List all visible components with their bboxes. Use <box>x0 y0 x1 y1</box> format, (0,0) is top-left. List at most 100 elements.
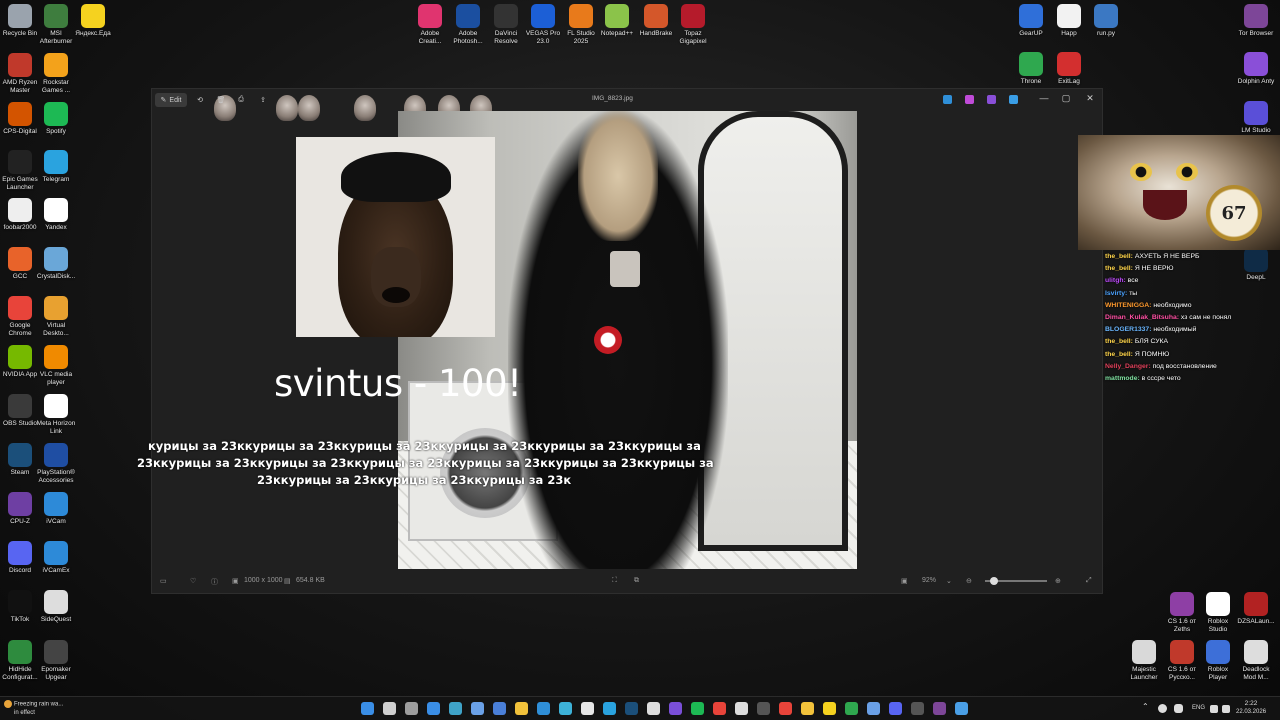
lamp-icon[interactable] <box>801 702 814 715</box>
telegram-task-icon[interactable] <box>603 702 616 715</box>
desktop-icon[interactable]: CrystalDisk... <box>36 247 76 281</box>
desktop-icon[interactable]: iVCam <box>36 492 76 526</box>
desktop-icon[interactable]: ExitLag <box>1049 52 1089 86</box>
chevron-up-icon[interactable]: ⌃ <box>1142 702 1150 715</box>
close-button[interactable]: ✕ <box>1082 93 1098 104</box>
desktop-icon[interactable]: OBS Studio <box>0 394 40 428</box>
desktop-icon[interactable]: Notepad++ <box>597 4 637 38</box>
app-icon[interactable] <box>987 95 996 104</box>
actual-size-icon[interactable]: ▣ <box>901 577 908 585</box>
desktop-icon[interactable]: Roblox Studio <box>1198 592 1238 634</box>
share-icon[interactable]: ⇪ <box>258 93 268 107</box>
desktop-icon[interactable]: GCC <box>0 247 40 281</box>
desktop-icon[interactable]: Meta Horizon Link <box>36 394 76 436</box>
start-icon[interactable] <box>361 702 374 715</box>
yandex-task-icon[interactable] <box>779 702 792 715</box>
widgets-icon[interactable] <box>427 702 440 715</box>
desktop-icon[interactable]: SideQuest <box>36 590 76 624</box>
app-icon[interactable] <box>1009 95 1018 104</box>
desktop-icon[interactable]: Happ <box>1049 4 1089 38</box>
zoom-level[interactable]: 92% <box>922 577 936 584</box>
wifi-icon[interactable] <box>1210 705 1218 713</box>
desktop-icon[interactable]: HidHide Configurat... <box>0 640 40 682</box>
copilot-icon[interactable] <box>471 702 484 715</box>
photos-icon[interactable] <box>559 702 572 715</box>
task-view-icon[interactable] <box>405 702 418 715</box>
chrome-task-icon[interactable] <box>713 702 726 715</box>
desktop-icon[interactable]: DZSALaun... <box>1236 592 1276 626</box>
desktop-icon[interactable]: Steam <box>0 443 40 477</box>
print-icon[interactable]: ⎙ <box>236 93 246 107</box>
info-icon[interactable]: ⓘ <box>211 577 218 587</box>
epic-task-icon[interactable] <box>735 702 748 715</box>
desktop-icon[interactable]: Adobe Photosh... <box>448 4 488 46</box>
zoom-in-icon[interactable]: ⊕ <box>1055 577 1061 585</box>
desktop-icon[interactable]: Virtual Deskto... <box>36 296 76 338</box>
calendar-icon[interactable] <box>581 702 594 715</box>
zoom-out-icon[interactable]: ⊖ <box>966 577 972 585</box>
desktop-icon[interactable]: Яндекс.Еда <box>73 4 113 38</box>
terminal-icon[interactable] <box>911 702 924 715</box>
desktop-icon[interactable]: Deadlock Mod M... <box>1236 640 1276 682</box>
search-icon[interactable] <box>383 702 396 715</box>
desktop-icon[interactable]: Telegram <box>36 150 76 184</box>
desktop-icon[interactable]: Roblox Player <box>1198 640 1238 682</box>
desktop-icon[interactable]: Recycle Bin <box>0 4 40 38</box>
maximize-button[interactable]: ▢ <box>1058 93 1074 104</box>
desktop-icon[interactable]: CPS-Digital <box>0 102 40 136</box>
desktop-icon[interactable]: Tor Browser <box>1236 4 1276 38</box>
app-icon[interactable] <box>965 95 974 104</box>
desktop-icon[interactable]: Epomaker Upgear <box>36 640 76 682</box>
desktop-icon[interactable]: MSI Afterburner <box>36 4 76 46</box>
desktop-icon[interactable]: Discord <box>0 541 40 575</box>
desktop-icon[interactable]: DaVinci Resolve <box>486 4 526 46</box>
edge-icon[interactable] <box>449 702 462 715</box>
desktop-icon[interactable]: Rockstar Games ... <box>36 53 76 95</box>
clock-date[interactable]: 22.03.2026 <box>1236 709 1266 715</box>
desktop-icon[interactable]: Majestic Launcher <box>1124 640 1164 682</box>
delete-icon[interactable]: 🗑 <box>216 93 226 107</box>
compare-icon[interactable]: ⧉ <box>634 577 639 585</box>
desktop-icon[interactable]: foobar2000 <box>0 198 40 232</box>
desktop-icon[interactable]: Epic Games Launcher <box>0 150 40 192</box>
desktop-icon[interactable]: iVCamEx <box>36 541 76 575</box>
chatgpt-icon[interactable] <box>647 702 660 715</box>
favorite-icon[interactable]: ♡ <box>190 577 196 585</box>
desktop-icon[interactable]: Topaz Gigapixel <box>673 4 713 46</box>
fit-icon[interactable]: ⛶ <box>612 577 617 585</box>
throne-task-icon[interactable] <box>845 702 858 715</box>
rotate-icon[interactable]: ⟲ <box>194 93 206 107</box>
desktop-icon[interactable]: HandBrake <box>636 4 676 38</box>
obs-task-icon[interactable] <box>757 702 770 715</box>
mail-icon[interactable] <box>537 702 550 715</box>
tray-app-icon[interactable] <box>1174 704 1183 713</box>
desktop-icon[interactable]: CS 1.6 от Zeths <box>1162 592 1202 634</box>
discord-task-icon[interactable] <box>889 702 902 715</box>
desktop-icon[interactable]: CS 1.6 от Русско... <box>1162 640 1202 682</box>
desktop-icon[interactable]: LM Studio <box>1236 101 1276 135</box>
desktop-icon[interactable]: Adobe Creati... <box>410 4 450 46</box>
filmstrip-icon[interactable]: ▭ <box>160 577 167 585</box>
desktop-icon[interactable]: TikTok <box>0 590 40 624</box>
minimize-button[interactable]: — <box>1036 93 1052 103</box>
edit-button[interactable]: ✎ Edit <box>155 93 187 107</box>
desktop-icon[interactable]: CPU-Z <box>0 492 40 526</box>
globe-icon[interactable] <box>867 702 880 715</box>
input-language[interactable]: ENG <box>1192 705 1205 711</box>
network-icon[interactable] <box>1158 704 1167 713</box>
desktop-icon[interactable]: GearUP <box>1011 4 1051 38</box>
desktop-icon[interactable]: PlayStation® Accessories <box>36 443 76 485</box>
desktop-icon[interactable]: Dolphin Anty <box>1236 52 1276 86</box>
zoom-slider-thumb[interactable] <box>990 577 998 585</box>
tool-icon[interactable] <box>955 702 968 715</box>
chevron-down-icon[interactable]: ⌄ <box>946 577 952 585</box>
obsidian-icon[interactable] <box>669 702 682 715</box>
desktop-icon[interactable]: AMD Ryzen Master <box>0 53 40 95</box>
yandex-eda-task-icon[interactable] <box>823 702 836 715</box>
volume-icon[interactable] <box>1222 705 1230 713</box>
app-icon[interactable] <box>943 95 952 104</box>
desktop-icon[interactable]: NVIDIA App <box>0 345 40 379</box>
desktop-icon[interactable]: FL Studio 2025 <box>561 4 601 46</box>
explorer-icon[interactable] <box>515 702 528 715</box>
store-icon[interactable] <box>493 702 506 715</box>
